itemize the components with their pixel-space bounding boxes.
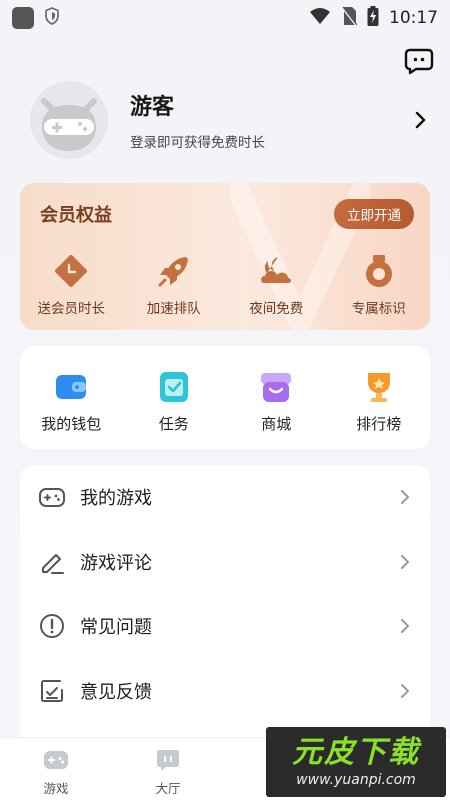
vip-item-label: 夜间免费 <box>249 301 304 317</box>
watermark-title: 元皮下载 <box>292 735 420 770</box>
feedback-icon <box>41 679 63 702</box>
game-tab-icon <box>44 751 68 769</box>
gamepad-icon <box>39 488 65 508</box>
tool-label: 我的钱包 <box>41 415 102 433</box>
no-sim-icon <box>341 5 358 31</box>
activate-vip-button[interactable]: 立即开通 <box>334 199 414 229</box>
tab-label: 大厅 <box>155 781 181 796</box>
wifi-icon <box>309 7 331 30</box>
menu-item-my-games[interactable]: 我的游戏 <box>20 465 430 530</box>
menu-label: 我的游戏 <box>80 488 152 510</box>
chevron-right-icon <box>401 554 409 569</box>
vip-item-exclusive-badge[interactable]: 专属标识 <box>328 253 431 317</box>
vip-item-label: 送会员时长 <box>37 301 106 317</box>
login-tip: 登录即可获得免费时长 <box>130 135 265 151</box>
menu-item-faq[interactable]: 常见问题 <box>20 594 430 659</box>
profile-header[interactable]: 游客 登录即可获得免费时长 <box>30 80 430 160</box>
vip-item-speed-queue[interactable]: 加速排队 <box>123 253 226 317</box>
vip-item-member-time[interactable]: 送会员时长 <box>20 253 123 317</box>
username: 游客 <box>130 95 175 120</box>
wallet-icon <box>56 375 87 399</box>
menu-label: 常见问题 <box>80 617 152 639</box>
clock-tag-icon <box>55 255 88 287</box>
status-bar: 10:17 <box>0 0 450 36</box>
menu-list: 我的游戏 游戏评论 常见问题 意见反馈 <box>20 465 430 755</box>
tab-games[interactable]: 游戏 <box>0 738 112 800</box>
tool-label: 商城 <box>261 415 292 433</box>
tab-hall[interactable]: 大厅 <box>112 738 224 800</box>
avatar[interactable] <box>30 81 108 159</box>
clock-time: 10:17 <box>389 8 438 28</box>
vip-item-label: 专属标识 <box>351 301 406 317</box>
hall-tab-icon <box>157 750 179 771</box>
moon-cloud-icon <box>261 257 292 283</box>
pencil-icon <box>42 553 64 574</box>
vip-benefits-card[interactable]: 会员权益 立即开通 送会员时长 加速排队 夜间免费 专属标识 <box>20 183 430 330</box>
battery-charging-icon <box>367 5 379 31</box>
store-icon <box>261 373 292 402</box>
medal-icon <box>365 255 392 287</box>
tool-leaderboard[interactable]: 排行榜 <box>328 346 431 449</box>
tool-tasks[interactable]: 任务 <box>123 346 226 449</box>
watermark-logo: 元皮下载 www.yuanpi.com <box>266 727 446 797</box>
tool-wallet[interactable]: 我的钱包 <box>20 346 123 449</box>
shield-icon <box>44 7 60 29</box>
chevron-right-icon <box>401 619 409 634</box>
app-notification-icon <box>12 7 34 29</box>
chevron-right-icon <box>415 111 426 129</box>
tool-store[interactable]: 商城 <box>225 346 328 449</box>
vip-title: 会员权益 <box>40 205 112 226</box>
menu-item-game-reviews[interactable]: 游戏评论 <box>20 530 430 595</box>
tab-label: 游戏 <box>43 781 69 796</box>
tools-card: 我的钱包 任务 商城 排行榜 <box>20 346 430 449</box>
rocket-icon <box>158 257 188 287</box>
exclamation-icon <box>40 614 64 639</box>
watermark-url: www.yuanpi.com <box>296 772 416 788</box>
menu-item-feedback[interactable]: 意见反馈 <box>20 659 430 724</box>
tool-label: 排行榜 <box>356 415 402 433</box>
trophy-icon <box>367 373 390 402</box>
chat-bubble-icon <box>404 48 434 75</box>
menu-label: 意见反馈 <box>80 681 152 703</box>
vip-item-label: 加速排队 <box>146 301 201 317</box>
vip-item-night-free[interactable]: 夜间免费 <box>225 253 328 317</box>
menu-label: 游戏评论 <box>80 552 152 574</box>
chevron-right-icon <box>401 490 409 505</box>
chevron-right-icon <box>401 683 409 698</box>
message-button[interactable] <box>404 46 434 76</box>
task-icon <box>159 372 188 402</box>
tool-label: 任务 <box>158 415 189 433</box>
default-avatar-icon <box>41 98 97 151</box>
